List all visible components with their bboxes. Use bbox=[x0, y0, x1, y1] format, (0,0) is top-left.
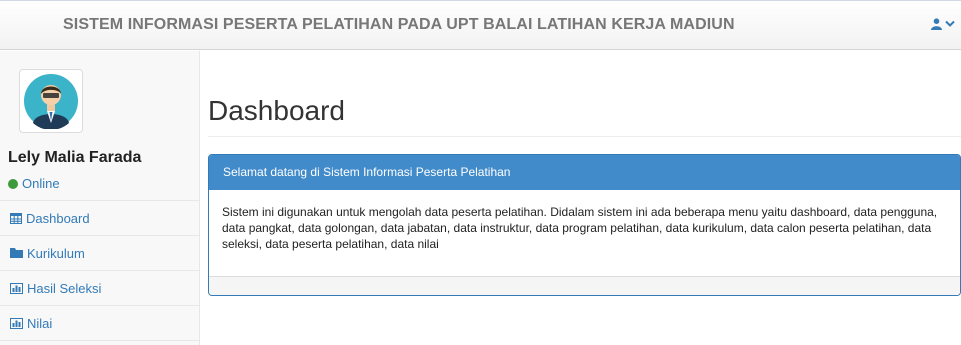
page-title: Dashboard bbox=[208, 95, 345, 126]
avatar bbox=[19, 69, 83, 133]
user-menu-toggle[interactable] bbox=[931, 18, 955, 30]
sidebar: Lely Malia Farada Online Dashboard Kurik… bbox=[0, 51, 200, 345]
online-status-icon bbox=[8, 178, 18, 189]
sidebar-item-dashboard[interactable]: Dashboard bbox=[0, 201, 199, 236]
panel-heading: Selamat datang di Sistem Informasi Peser… bbox=[209, 155, 960, 190]
sidebar-item-label: Hasil Seleksi bbox=[27, 280, 102, 296]
panel-body: Sistem ini digunakan untuk mengolah data… bbox=[222, 205, 938, 251]
sidebar-item-label: Dashboard bbox=[26, 210, 90, 226]
sidebar-item-hasil-seleksi[interactable]: Hasil Seleksi bbox=[0, 271, 199, 306]
top-navbar: SISTEM INFORMASI PESERTA PELATIHAN PADA … bbox=[0, 0, 961, 50]
sidebar-item-nilai[interactable]: Nilai bbox=[0, 306, 199, 341]
welcome-panel: Selamat datang di Sistem Informasi Peser… bbox=[208, 154, 961, 296]
sidebar-item-label: Nilai bbox=[27, 315, 53, 331]
sidebar-item-kurikulum[interactable]: Kurikulum bbox=[0, 236, 199, 271]
user-panel: Lely Malia Farada Online bbox=[0, 51, 199, 201]
title-divider bbox=[208, 136, 961, 137]
sidebar-item-label: Kurikulum bbox=[27, 245, 85, 261]
table-icon bbox=[10, 212, 22, 224]
app-title[interactable]: SISTEM INFORMASI PESERTA PELATIHAN PADA … bbox=[63, 16, 735, 34]
user-status: Online bbox=[8, 176, 60, 191]
folder-icon bbox=[10, 248, 23, 258]
panel-footer bbox=[209, 276, 960, 295]
user-name: Lely Malia Farada bbox=[8, 149, 142, 166]
chevron-down-icon bbox=[945, 20, 955, 28]
user-status-label: Online bbox=[22, 176, 60, 191]
bar-chart-icon bbox=[10, 317, 23, 329]
user-icon bbox=[931, 18, 942, 30]
bar-chart-icon bbox=[10, 282, 23, 294]
